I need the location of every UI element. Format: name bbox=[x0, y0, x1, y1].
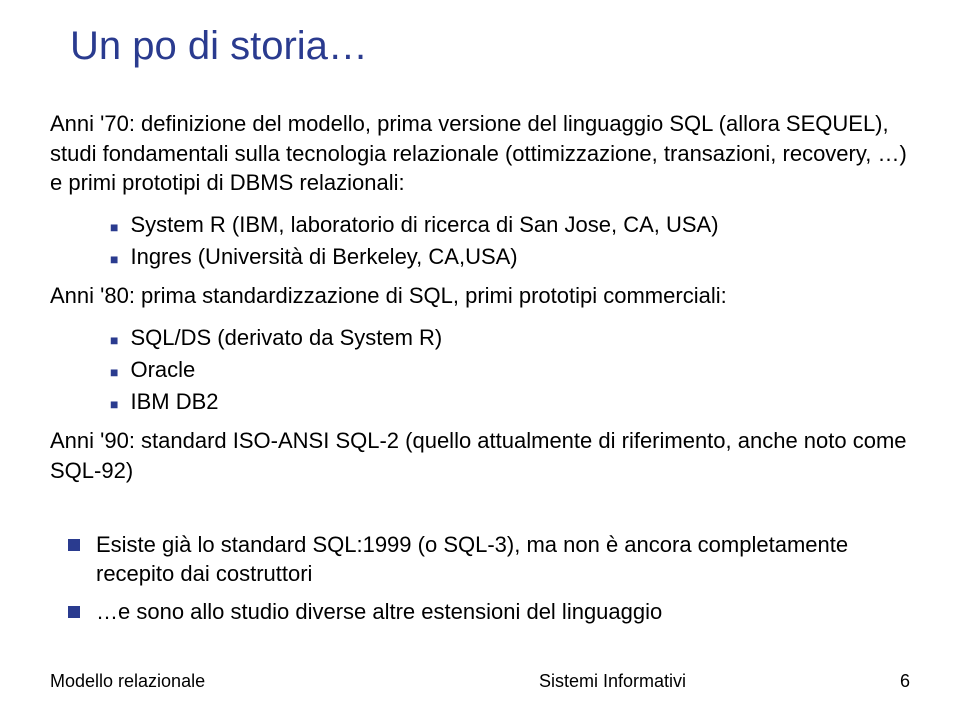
closing-item: Esiste già lo standard SQL:1999 (o SQL-3… bbox=[68, 530, 920, 589]
era-70-item: ■ System R (IBM, laboratorio di ricerca … bbox=[110, 210, 920, 240]
square-bullet-icon bbox=[68, 539, 80, 551]
era-90: Anni '90: standard ISO-ANSI SQL-2 (quell… bbox=[50, 426, 920, 485]
era-70-item: ■ Ingres (Università di Berkeley, CA,USA… bbox=[110, 242, 920, 272]
bullet-icon: ■ bbox=[110, 361, 118, 383]
bullet-icon: ■ bbox=[110, 393, 118, 415]
slide-body: Anni '70: definizione del modello, prima… bbox=[50, 109, 920, 627]
bullet-icon: ■ bbox=[110, 216, 118, 238]
closing-section: Esiste già lo standard SQL:1999 (o SQL-3… bbox=[50, 530, 920, 627]
bullet-icon: ■ bbox=[110, 329, 118, 351]
era-80-item-text: Oracle bbox=[130, 355, 920, 385]
slide-footer: Modello relazionale Sistemi Informativi … bbox=[50, 671, 910, 692]
closing-item: …e sono allo studio diverse altre estens… bbox=[68, 597, 920, 627]
era-80-item: ■ IBM DB2 bbox=[110, 387, 920, 417]
era-70-item-text: System R (IBM, laboratorio di ricerca di… bbox=[130, 210, 920, 240]
era-80-intro: Anni '80: prima standardizzazione di SQL… bbox=[50, 281, 920, 311]
slide-title: Un po di storia… bbox=[70, 24, 920, 69]
footer-left: Modello relazionale bbox=[50, 671, 205, 692]
closing-item-text: …e sono allo studio diverse altre estens… bbox=[96, 597, 920, 627]
era-70-intro: Anni '70: definizione del modello, prima… bbox=[50, 109, 920, 198]
bullet-icon: ■ bbox=[110, 248, 118, 270]
era-80-item: ■ SQL/DS (derivato da System R) bbox=[110, 323, 920, 353]
square-bullet-icon bbox=[68, 606, 80, 618]
era-80-item-text: IBM DB2 bbox=[130, 387, 920, 417]
era-80-item: ■ Oracle bbox=[110, 355, 920, 385]
footer-page-number: 6 bbox=[900, 671, 910, 692]
slide: Un po di storia… Anni '70: definizione d… bbox=[0, 0, 960, 706]
footer-center: Sistemi Informativi bbox=[539, 671, 686, 692]
era-80-item-text: SQL/DS (derivato da System R) bbox=[130, 323, 920, 353]
closing-item-text: Esiste già lo standard SQL:1999 (o SQL-3… bbox=[96, 530, 920, 589]
era-70-item-text: Ingres (Università di Berkeley, CA,USA) bbox=[130, 242, 920, 272]
